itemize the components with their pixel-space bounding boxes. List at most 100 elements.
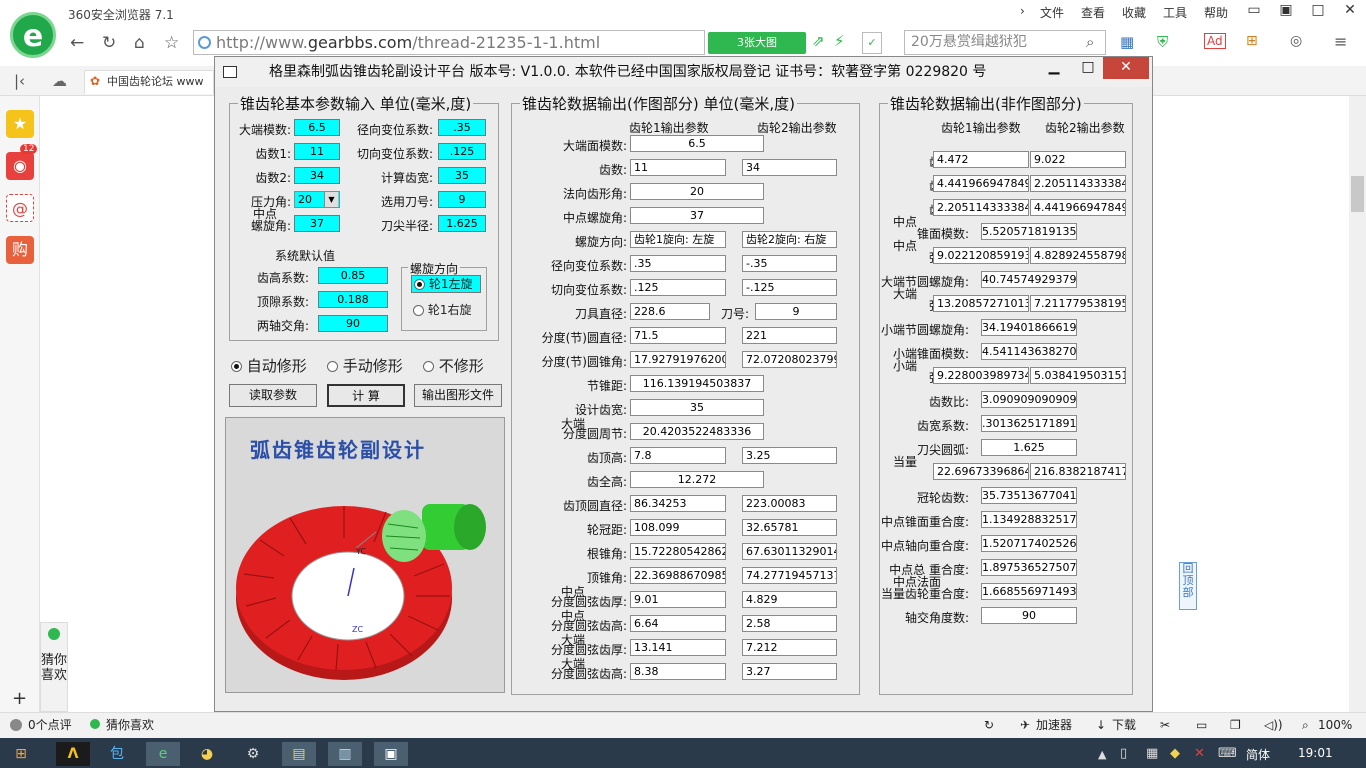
input-field-2[interactable]: 34 [294,167,340,184]
download-label[interactable]: 下载 [1112,713,1136,737]
mid-value1-3[interactable]: 37 [630,207,764,224]
app-qq-icon[interactable]: ◕ [190,742,224,766]
app-maximize-icon[interactable]: □ [1071,57,1105,79]
mid-value2-18[interactable]: 74.277194571376 [742,567,837,584]
read-params-button[interactable]: 读取参数 [229,384,317,407]
close-icon[interactable]: ✕ [1334,0,1366,22]
right-value1-12[interactable]: 1.625 [981,439,1077,456]
right-value1-9[interactable]: 9.2280039897342 [933,367,1029,384]
accelerator-icon[interactable]: ✈ [1020,713,1030,737]
right-value1-7[interactable]: 34.194018666192 [981,319,1077,336]
chevron-right-icon[interactable]: › [1020,4,1025,18]
favorites-star-icon[interactable]: ★ [6,110,34,138]
manual-modify-radio[interactable]: 手动修形 [327,355,403,376]
mid-value1-22[interactable]: 8.38 [630,663,726,680]
right-value1-13[interactable]: 22.696733968644 [933,463,1029,480]
right-value1-3[interactable]: 5.5205718191351 [981,223,1077,240]
default-field-2[interactable]: 90 [318,315,388,332]
star-icon[interactable]: ☆ [164,31,188,55]
right-spiral-radio[interactable]: 轮1右旋 [413,301,471,318]
mid-value1-14[interactable]: 12.272 [630,471,764,488]
browser-logo-icon[interactable]: e [10,12,56,58]
search-engine-icon[interactable]: ✓ [862,32,882,54]
back-to-top-button[interactable]: 回顶部 [1179,562,1197,610]
menu-favorites[interactable]: 收藏 [1122,4,1146,21]
mid-value1-12[interactable]: 20.4203522483336 [630,423,764,440]
weibo-icon[interactable]: ◉ [6,152,34,180]
mid-value2-20[interactable]: 2.58 [742,615,837,632]
mid-value1-4[interactable]: 齿轮1旋向: 左旋 [630,231,726,248]
app-bag-icon[interactable]: 包 [100,742,134,766]
input-field2-3[interactable]: 9 [438,191,486,208]
collapse-sidebar-icon[interactable]: |‹ [14,72,25,90]
sound-icon[interactable]: ◁)) [1264,713,1283,737]
menu-view[interactable]: 查看 [1081,4,1105,21]
mid-value2-16[interactable]: 32.65781 [742,519,837,536]
right-value1-17[interactable]: 1.8975365275074 [981,559,1077,576]
mid-value2-7[interactable]: 9 [755,303,837,320]
shopping-icon[interactable]: 购 [6,236,34,264]
input-field2-2[interactable]: 35 [438,167,486,184]
tab-gearbbs[interactable]: 中国齿轮论坛 www [84,70,214,94]
right-spiral-radio-dot[interactable] [413,305,424,316]
minimize-icon[interactable]: ▭ [1238,0,1270,22]
shield-icon[interactable]: ⛨ [1157,33,1168,51]
right-value1-8[interactable]: 4.5411436382703 [981,343,1077,360]
mid-value2-17[interactable]: 67.630113290143 [742,543,837,560]
no-modify-dot[interactable] [423,361,434,372]
right-value1-0[interactable]: 4.472 [933,151,1029,168]
app-explorer-icon[interactable]: ▤ [282,742,316,766]
pressure-angle-select[interactable]: 20 ▼ [294,191,340,208]
mid-value2-22[interactable]: 3.27 [742,663,837,680]
app-360-icon[interactable]: e [146,742,180,766]
cloud-icon[interactable]: ☁ [52,72,67,90]
chevron-down-icon[interactable]: ▼ [324,192,338,207]
add-icon[interactable]: + [12,688,27,709]
right-value1-4[interactable]: 9.0221208591939 [933,247,1029,264]
mid-value2-19[interactable]: 4.829 [742,591,837,608]
menu-icon[interactable]: ≡ [1334,32,1347,51]
tray-volume-icon[interactable]: ✕ [1194,746,1205,761]
mid-value1-1[interactable]: 11 [630,159,726,176]
default-field-1[interactable]: 0.188 [318,291,388,308]
menu-help[interactable]: 帮助 [1204,4,1228,21]
comments-count[interactable]: 0个点评 [28,713,72,737]
mid-value1-17[interactable]: 15.722805428623 [630,543,726,560]
input-field-0[interactable]: 6.5 [294,119,340,136]
auto-modify-dot[interactable] [231,361,242,372]
mid-value1-18[interactable]: 22.369886709856 [630,567,726,584]
tray-clock[interactable]: 19:01 [1298,746,1333,760]
tools-icon[interactable]: ⊞ [1246,33,1258,49]
auto-modify-radio[interactable]: 自动修形 [231,355,307,376]
scrollbar-thumb[interactable] [1351,176,1364,212]
flash-icon[interactable]: ⚡ [834,32,845,50]
input-field2-1[interactable]: .125 [438,143,486,160]
refresh-icon[interactable]: ↻ [102,31,126,55]
right-value1-1[interactable]: 4.4419669478492 [933,175,1029,192]
mid-value2-15[interactable]: 223.00083 [742,495,837,512]
restore-icon[interactable]: ▣ [1270,0,1302,22]
right-value1-2[interactable]: 2.2051143333841 [933,199,1029,216]
mid-value1-0[interactable]: 6.5 [630,135,764,152]
left-spiral-radio-dot[interactable] [414,279,425,290]
mid-value1-5[interactable]: .35 [630,255,726,272]
left-spiral-radio[interactable]: 轮1左旋 [411,275,481,293]
right-value2-13[interactable]: 216.83821874175 [1030,463,1126,480]
page-scrollbar[interactable] [1349,96,1366,712]
mid-value1-6[interactable]: .125 [630,279,726,296]
mid-value2-9[interactable]: 72.072080237992 [742,351,837,368]
app-notepad-icon[interactable]: ▥ [328,742,362,766]
copy-icon[interactable]: ❐ [1230,713,1241,737]
tray-language[interactable]: 简体 [1246,746,1270,763]
right-value1-6[interactable]: 13.208572710137 [933,295,1029,312]
zoom-level[interactable]: 100% [1318,713,1352,737]
right-value2-1[interactable]: 2.2051143333841 [1030,175,1126,192]
address-bar[interactable]: http://www.gearbbs.com/thread-21235-1-1.… [193,30,705,55]
mid-value1-9[interactable]: 17.927919762007 [630,351,726,368]
accelerator-label[interactable]: 加速器 [1036,713,1072,737]
right-value2-2[interactable]: 4.4419669478492 [1030,199,1126,216]
big-image-button[interactable]: 3张大图 [708,32,806,54]
search-input[interactable]: 20万悬赏缉越狱犯 [904,30,1106,55]
mid-value2-13[interactable]: 3.25 [742,447,837,464]
export-graphics-button[interactable]: 输出图形文件 [414,384,502,407]
